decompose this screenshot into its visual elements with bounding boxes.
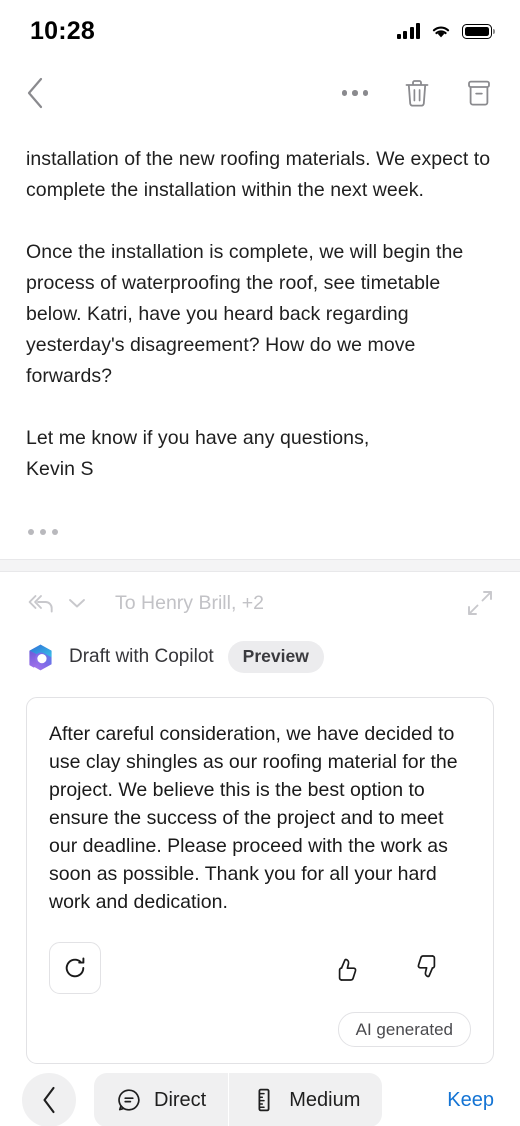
section-divider — [0, 559, 520, 572]
tone-label: Direct — [154, 1088, 207, 1111]
wifi-icon — [432, 26, 450, 38]
copilot-logo-icon — [29, 644, 52, 670]
reply-all-icon — [28, 595, 53, 613]
ai-badge-row: AI generated — [49, 1012, 471, 1047]
ellipsis-expand-icon[interactable] — [26, 525, 60, 539]
ai-generated-badge: AI generated — [337, 1012, 471, 1047]
regenerate-button[interactable] — [49, 942, 101, 994]
email-detail-screen: 10:28 installation of the new roofing ma… — [0, 0, 520, 1126]
ruler-length-icon — [258, 1088, 270, 1112]
email-body: installation of the new roofing material… — [0, 124, 520, 539]
more-options-icon[interactable] — [340, 84, 371, 102]
refresh-icon — [65, 957, 85, 978]
tone-option-button[interactable]: Direct — [94, 1073, 228, 1126]
feedback-buttons — [331, 953, 443, 983]
battery-full-icon — [462, 24, 495, 39]
chevron-down-icon — [69, 599, 85, 608]
status-bar-clock: 10:28 — [30, 16, 95, 45]
back-chevron-icon — [43, 1086, 55, 1114]
recipients-field[interactable]: To Henry Brill, +2 — [115, 592, 464, 615]
draft-options-segmented: Direct Medium — [94, 1073, 383, 1126]
reply-compose-area: To Henry Brill, +2 Draft with Copilot Pr… — [0, 572, 520, 1126]
thumbs-down-icon[interactable] — [413, 953, 443, 983]
trash-icon[interactable] — [402, 77, 432, 109]
back-chevron-icon[interactable] — [24, 76, 46, 110]
keep-button[interactable]: Keep — [447, 1089, 494, 1112]
draft-actions — [49, 942, 471, 994]
navigation-bar — [0, 62, 520, 124]
toolbar-back-button[interactable] — [22, 1073, 76, 1126]
length-label: Medium — [289, 1088, 361, 1111]
thumbs-up-icon[interactable] — [331, 953, 361, 983]
email-paragraph: installation of the new roofing material… — [26, 148, 491, 201]
email-signature: Let me know if you have any questions, K… — [26, 427, 370, 480]
reply-header: To Henry Brill, +2 — [0, 572, 520, 634]
copilot-header: Draft with Copilot Preview — [0, 634, 520, 680]
expand-diagonal-icon[interactable] — [464, 587, 496, 619]
email-paragraph: Once the installation is complete, we wi… — [26, 241, 464, 387]
chat-bubble-tone-icon — [118, 1089, 140, 1111]
status-bar: 10:28 — [0, 0, 520, 62]
cellular-signal-icon — [396, 23, 420, 39]
reply-mode-selector[interactable] — [26, 592, 87, 614]
draft-text[interactable]: After careful consideration, we have dec… — [49, 720, 471, 916]
preview-badge: Preview — [227, 641, 324, 673]
copilot-label: Draft with Copilot — [69, 646, 214, 667]
archive-icon[interactable] — [464, 77, 494, 109]
length-option-button[interactable]: Medium — [228, 1073, 382, 1126]
compose-toolbar: Direct Medium Keep — [0, 1064, 520, 1126]
status-bar-icons — [396, 23, 495, 39]
copilot-draft-card: After careful consideration, we have dec… — [26, 697, 494, 1064]
